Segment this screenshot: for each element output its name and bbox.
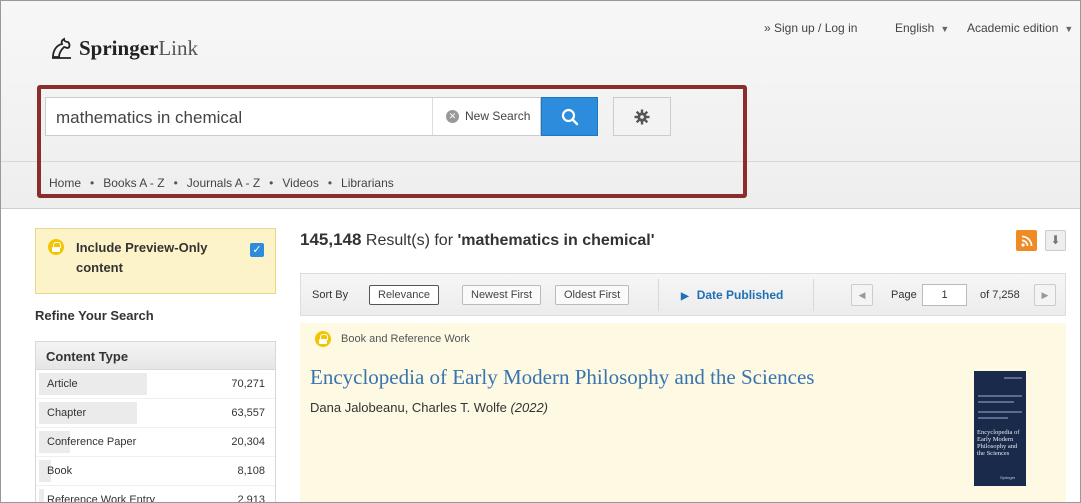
book-cover[interactable]: Encyclopedia of Early Modern Philosophy … xyxy=(974,371,1026,486)
facet-row[interactable]: Reference Work Entry 2,913 xyxy=(36,486,275,503)
cover-decoration xyxy=(978,401,1014,403)
facet-row[interactable]: Conference Paper 20,304 xyxy=(36,428,275,457)
page-total: of 7,258 xyxy=(980,289,1020,301)
cover-decoration xyxy=(978,417,1008,419)
new-search-button[interactable]: ✕ New Search xyxy=(446,109,530,123)
facet-count: 20,304 xyxy=(231,436,265,448)
edition-selector[interactable]: Academic edition ▼ xyxy=(967,21,1073,35)
content-type-title: Content Type xyxy=(36,342,275,370)
search-button[interactable] xyxy=(541,97,598,136)
preview-only-filter: Include Preview-Only content ✓ xyxy=(35,228,276,294)
nav-separator: • xyxy=(173,176,178,190)
divider xyxy=(1,161,1080,162)
nav-journals-a-z[interactable]: Journals A - Z xyxy=(187,176,260,190)
search-settings-button[interactable] xyxy=(613,97,671,136)
refine-title: Refine Your Search xyxy=(35,308,154,323)
page: SpringerLink » Sign up / Log in English ▼… xyxy=(0,0,1081,503)
logo-text: SpringerLink xyxy=(79,36,198,61)
sort-relevance-button[interactable]: Relevance xyxy=(369,285,439,305)
signup-link[interactable]: » Sign up / Log in xyxy=(764,21,857,35)
result-year: (2022) xyxy=(510,400,549,415)
nav-librarians[interactable]: Librarians xyxy=(341,176,394,190)
result-title-link[interactable]: Encyclopedia of Early Modern Philosophy … xyxy=(310,365,814,390)
sort-bar: Sort By Relevance Newest First Oldest Fi… xyxy=(300,273,1066,316)
cover-publisher: Springer xyxy=(1000,475,1016,480)
lock-icon xyxy=(48,239,64,255)
search-box: ✕ New Search xyxy=(45,97,541,136)
logo-text-bold: Springer xyxy=(79,35,159,60)
page-number-input[interactable] xyxy=(922,284,967,306)
facet-count: 8,108 xyxy=(237,465,265,477)
facet-name: Chapter xyxy=(47,407,87,419)
nav-separator: • xyxy=(90,176,95,190)
content-type-facet: Content Type Article 70,271 Chapter 63,557… xyxy=(35,341,276,503)
language-label: English xyxy=(895,21,935,35)
result-type: Book and Reference Work xyxy=(341,333,470,345)
result-item: Book and Reference Work Encyclopedia of … xyxy=(300,323,1066,502)
page-label: Page xyxy=(891,289,917,301)
facet-name: Book xyxy=(47,465,73,477)
lock-icon xyxy=(315,331,331,347)
facet-name: Article xyxy=(47,378,78,390)
cover-decoration xyxy=(978,411,1022,413)
download-icon: ⬇ xyxy=(1050,233,1061,247)
springer-horse-icon xyxy=(52,37,71,59)
rss-icon xyxy=(1020,235,1032,247)
next-page-button[interactable]: ▶ xyxy=(1034,284,1056,306)
nav-separator: • xyxy=(269,176,274,190)
sort-newest-button[interactable]: Newest First xyxy=(462,285,542,305)
results-query: 'mathematics in chemical' xyxy=(457,232,655,249)
search-icon xyxy=(561,108,578,125)
chevron-left-icon: ◀ xyxy=(858,290,866,300)
results-label: Result(s) for xyxy=(365,232,454,249)
nav-videos[interactable]: Videos xyxy=(282,176,318,190)
download-button[interactable]: ⬇ xyxy=(1045,230,1066,251)
date-published-label: Date Published xyxy=(696,288,784,302)
logo-text-light: Link xyxy=(158,35,199,60)
edition-label: Academic edition xyxy=(967,21,1059,35)
date-published-toggle[interactable]: ▶ Date Published xyxy=(681,288,783,302)
new-search-label: New Search xyxy=(465,109,531,123)
cover-decoration xyxy=(978,395,1022,397)
divider xyxy=(432,98,433,135)
facet-row[interactable]: Article 70,271 xyxy=(36,370,275,399)
language-selector[interactable]: English ▼ xyxy=(895,21,949,35)
preview-only-checkbox[interactable]: ✓ xyxy=(250,243,264,257)
clear-icon: ✕ xyxy=(446,109,459,123)
preview-only-label: Include Preview-Only content xyxy=(76,240,208,275)
gear-icon xyxy=(634,109,650,124)
nav-home[interactable]: Home xyxy=(49,176,81,190)
divider xyxy=(813,279,814,311)
results-count: 145,148 xyxy=(300,230,362,249)
facet-row[interactable]: Book 8,108 xyxy=(36,457,275,486)
cover-title: Encyclopedia of Early Modern Philosophy … xyxy=(977,429,1020,457)
author-names[interactable]: Dana Jalobeanu, Charles T. Wolfe xyxy=(310,400,507,415)
chevron-down-icon: ▼ xyxy=(940,24,950,34)
chevron-right-icon: ▶ xyxy=(1041,290,1049,300)
header: SpringerLink » Sign up / Log in English ▼… xyxy=(1,1,1080,209)
cover-decoration xyxy=(1004,377,1022,379)
facet-count: 2,913 xyxy=(237,494,265,503)
sort-oldest-button[interactable]: Oldest First xyxy=(555,285,630,305)
facet-bar xyxy=(39,489,44,502)
nav-separator: • xyxy=(327,176,333,190)
results-heading: 145,148 Result(s) for 'mathematics in ch… xyxy=(300,230,655,250)
search-input[interactable] xyxy=(56,108,426,128)
main-nav: Home • Books A - Z • Journals A - Z • Vi… xyxy=(49,176,394,190)
facet-row[interactable]: Chapter 63,557 xyxy=(36,399,275,428)
sort-by-label: Sort By xyxy=(312,289,349,301)
prev-page-button[interactable]: ◀ xyxy=(851,284,873,306)
divider xyxy=(658,279,659,311)
facet-name: Reference Work Entry xyxy=(47,494,156,503)
rss-button[interactable] xyxy=(1016,230,1037,251)
facet-count: 63,557 xyxy=(231,407,265,419)
facet-count: 70,271 xyxy=(231,378,265,390)
triangle-right-icon: ▶ xyxy=(681,291,689,302)
result-authors: Dana Jalobeanu, Charles T. Wolfe (2022) xyxy=(310,400,548,415)
nav-books-a-z[interactable]: Books A - Z xyxy=(103,176,164,190)
chevron-down-icon: ▼ xyxy=(1064,24,1074,34)
springer-link-logo[interactable]: SpringerLink xyxy=(49,35,198,61)
facet-name: Conference Paper xyxy=(47,436,137,448)
